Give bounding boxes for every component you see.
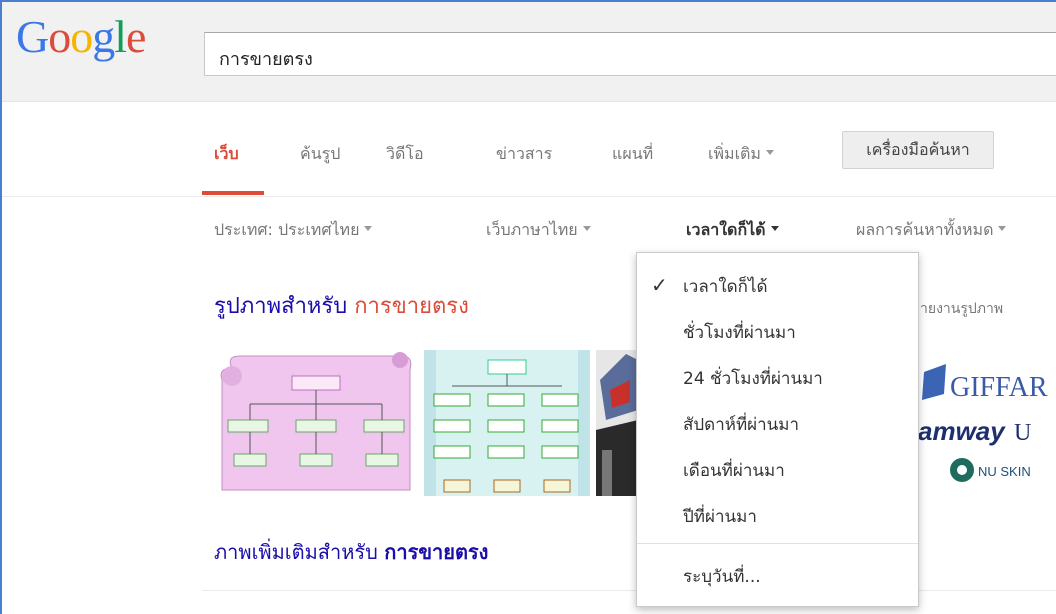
logo-letter: g [92, 11, 115, 62]
menu-item-custom-range[interactable]: ระบุวันที่... [683, 563, 761, 590]
images-heading-prefix: รูปภาพสำหรับ [214, 294, 348, 319]
tab-maps[interactable]: แผนที่ [612, 142, 653, 167]
chevron-down-icon [998, 226, 1007, 231]
logo-letter: o [48, 11, 71, 62]
country-filter-label: ประเทศ: ประเทศไทย [214, 220, 360, 239]
logo-letter: G [16, 11, 49, 62]
tab-more[interactable]: เพิ่มเติม [708, 142, 774, 167]
nuskin-logo: NU SKIN [978, 464, 1031, 479]
search-query: การขายตรง [219, 49, 313, 70]
amway-logo: amway [918, 416, 1006, 446]
giffarine-logo: GIFFAR [950, 372, 1048, 403]
logo-letter: l [114, 11, 127, 62]
active-tab-indicator [202, 191, 264, 195]
tab-web[interactable]: เว็บ [214, 142, 239, 167]
logo-letter: o [70, 11, 93, 62]
results-filter-label: ผลการค้นหาทั้งหมด [856, 220, 994, 239]
images-heading[interactable]: รูปภาพสำหรับ การขายตรง [214, 288, 469, 323]
menu-divider [637, 543, 918, 544]
tab-more-label: เพิ่มเติม [708, 144, 761, 163]
menu-item-past-24-hours[interactable]: 24 ชั่วโมงที่ผ่านมา [683, 365, 823, 392]
chevron-down-icon [770, 226, 779, 231]
more-images-query: การขายตรง [384, 540, 489, 564]
header-bar: Google การขายตรง [2, 2, 1056, 102]
report-images-link[interactable]: ายงานรูปภาพ [920, 298, 1003, 320]
image-thumbnail[interactable] [596, 350, 638, 496]
country-filter[interactable]: ประเทศ: ประเทศไทย [214, 218, 373, 243]
time-filter-label: เวลาใดก็ได้ [686, 220, 766, 239]
more-images-link[interactable]: ภาพเพิ่มเติมสำหรับ การขายตรง [214, 536, 488, 568]
google-logo[interactable]: Google [16, 11, 146, 62]
results-filter[interactable]: ผลการค้นหาทั้งหมด [856, 218, 1007, 243]
search-nav: เว็บ ค้นรูป วิดีโอ ข่าวสาร แผนที่ เพิ่มเ… [2, 102, 1056, 197]
menu-item-any-time[interactable]: เวลาใดก็ได้ [683, 273, 768, 300]
language-filter-label: เว็บภาษาไทย [486, 220, 578, 239]
tab-images[interactable]: ค้นรูป [300, 142, 340, 167]
divider [202, 590, 1056, 591]
search-input[interactable]: การขายตรง [204, 32, 1056, 76]
chevron-down-icon [364, 226, 373, 231]
menu-item-past-hour[interactable]: ชั่วโมงที่ผ่านมา [683, 319, 796, 346]
search-tools-button[interactable]: เครื่องมือค้นหา [842, 131, 994, 169]
menu-item-past-year[interactable]: ปีที่ผ่านมา [683, 503, 757, 530]
menu-item-past-month[interactable]: เดือนที่ผ่านมา [683, 457, 785, 484]
time-range-menu: ✓ เวลาใดก็ได้ ชั่วโมงที่ผ่านมา 24 ชั่วโม… [636, 252, 919, 607]
svg-text:U: U [1014, 420, 1031, 446]
images-heading-query: การขายตรง [354, 294, 469, 319]
logo-letter: e [126, 11, 146, 62]
more-images-prefix: ภาพเพิ่มเติมสำหรับ [214, 540, 378, 564]
language-filter[interactable]: เว็บภาษาไทย [486, 218, 591, 243]
tab-news[interactable]: ข่าวสาร [496, 142, 552, 167]
image-thumbnail[interactable] [214, 350, 418, 496]
image-thumbnail[interactable]: GIFFAR amway U NU SKIN [916, 350, 1056, 496]
chevron-down-icon [765, 150, 774, 155]
menu-item-past-week[interactable]: สัปดาห์ที่ผ่านมา [683, 411, 799, 438]
time-filter[interactable]: เวลาใดก็ได้ [686, 218, 779, 243]
tab-videos[interactable]: วิดีโอ [386, 142, 424, 167]
chevron-down-icon [582, 226, 591, 231]
checkmark-icon: ✓ [651, 273, 668, 297]
image-thumbnail[interactable] [424, 350, 590, 496]
